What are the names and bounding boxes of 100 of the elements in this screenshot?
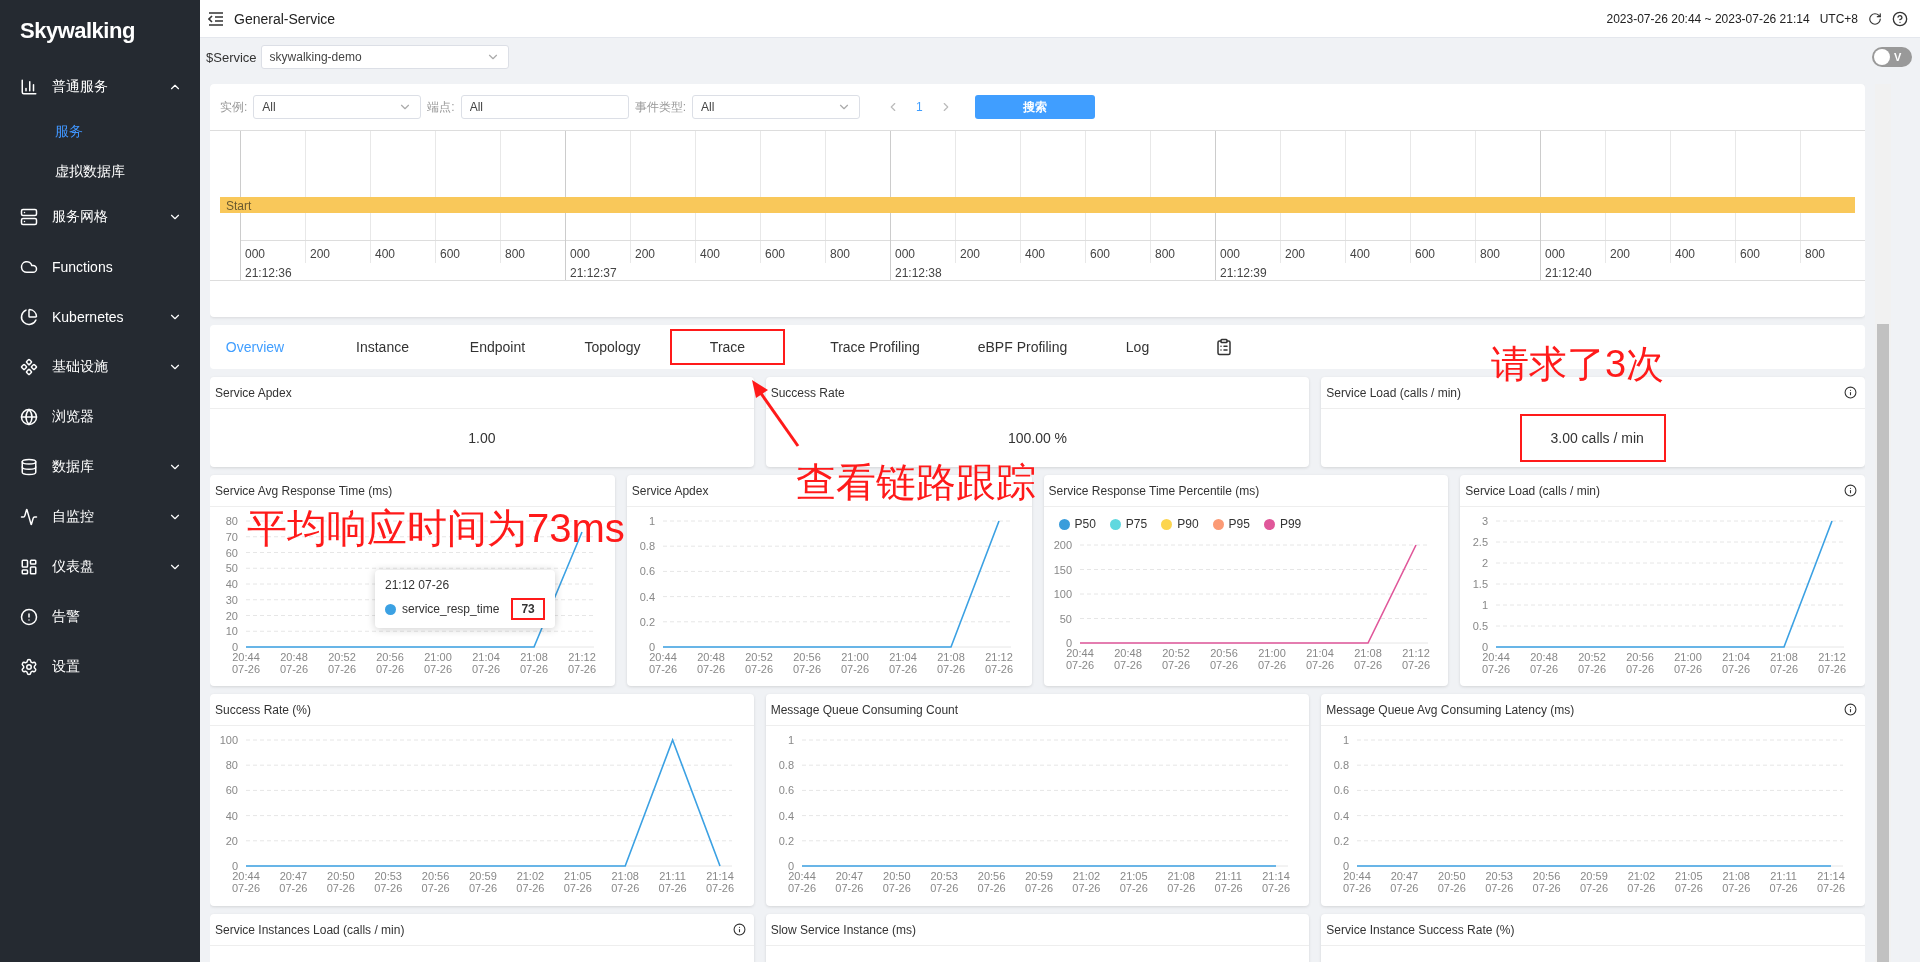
x-tick-label: 21:14 07-26 [705, 870, 735, 894]
y-tick-label: 100 [1053, 588, 1072, 600]
x-tick-label: 20:47 07-26 [1390, 870, 1419, 894]
refresh-icon[interactable] [1868, 11, 1882, 26]
tick-label: 000 [1544, 246, 1567, 263]
x-tick-label: 20:53 07-26 [929, 870, 958, 894]
card-title: Service Instance Success Rate (%) [1326, 922, 1515, 937]
nav-item[interactable]: Functions [0, 242, 200, 292]
tab[interactable]: Trace [670, 329, 785, 365]
nav-icon [20, 508, 38, 526]
y-tick-label: 0.6 [778, 784, 794, 797]
info-icon[interactable] [732, 923, 746, 936]
y-tick-label: 10 [225, 625, 238, 638]
x-tick-label: 20:59 07-26 [468, 870, 498, 894]
collapse-menu-icon[interactable] [208, 11, 224, 26]
y-tick-label: 0 [1343, 860, 1350, 872]
nav-item[interactable]: 自监控 [0, 492, 200, 542]
x-tick-label: 21:11 07-26 [658, 870, 687, 894]
page-title: General-Service [234, 10, 337, 27]
x-tick-label: 21:00 07-26 [1674, 651, 1703, 675]
tick-label: 600 [1410, 241, 1475, 263]
app-logo: Skywalking [19, 17, 136, 45]
x-tick-label: 20:44 07-26 [1482, 651, 1511, 675]
legend-label[interactable]: P95 [1228, 517, 1250, 531]
time-label: 21:12:39 [1219, 265, 1268, 280]
nav-icon [20, 458, 38, 476]
nav-item[interactable]: 浏览器 [0, 392, 200, 442]
legend-label[interactable]: P90 [1177, 517, 1199, 531]
tab[interactable]: Endpoint [440, 329, 555, 365]
y-tick-label: 0 [1482, 641, 1489, 653]
tick-label: 800 [1800, 241, 1865, 263]
tab[interactable]: Topology [555, 329, 670, 365]
x-tick-label: 21:12 07-26 [1818, 651, 1847, 675]
time-label: 21:12:37 [569, 265, 618, 280]
card-title: Message Queue Avg Consuming Latency (ms) [1326, 702, 1575, 717]
tab[interactable]: Instance [325, 329, 440, 365]
x-tick-label: 20:53 07-26 [374, 870, 403, 894]
info-icon[interactable] [1844, 386, 1857, 399]
y-tick-label: 0.2 [639, 615, 655, 628]
y-tick-label: 0.8 [1334, 759, 1350, 772]
tick-label: 800 [1475, 241, 1540, 263]
y-tick-label: 70 [225, 530, 238, 543]
info-icon[interactable] [1844, 484, 1857, 497]
help-icon[interactable] [1892, 10, 1908, 27]
nav-item[interactable]: 普通服务 [0, 62, 200, 112]
x-tick-label: 20:59 07-26 [1580, 870, 1609, 894]
filter-select[interactable]: All [692, 95, 861, 119]
filter-input[interactable]: All [460, 95, 629, 119]
clipboard-icon[interactable] [1215, 338, 1233, 356]
x-tick-label: 20:50 07-26 [326, 870, 355, 894]
legend-label[interactable]: P50 [1074, 517, 1096, 531]
info-icon[interactable] [1844, 703, 1857, 716]
legend-label[interactable]: P99 [1279, 517, 1302, 531]
x-tick-label: 20:56 07-26 [977, 870, 1006, 894]
y-tick-label: 50 [225, 562, 238, 575]
card-title: Service Apdex [631, 483, 709, 498]
tick-label: 600 [1735, 241, 1800, 263]
x-tick-label: 21:08 07-26 [1770, 651, 1799, 675]
tick-label: 200 [955, 241, 1020, 263]
nav-item[interactable]: 设置 [0, 642, 200, 692]
y-tick-label: 40 [225, 809, 238, 822]
x-tick-label: 21:08 07-26 [1353, 647, 1382, 671]
nav-icon [20, 258, 38, 276]
nav-item[interactable]: Kubernetes [0, 292, 200, 342]
service-select[interactable]: skywalking-demo [260, 45, 509, 69]
tab[interactable]: Log [1080, 329, 1195, 365]
y-tick-label: 0.8 [639, 540, 655, 553]
filter-label: 实例: [220, 98, 248, 116]
filter-select[interactable]: All [253, 95, 422, 119]
y-tick-label: 0 [1065, 637, 1072, 649]
y-tick-label: 3 [1482, 515, 1489, 527]
tick-label: 400 [1345, 241, 1410, 263]
legend-label[interactable]: P75 [1125, 517, 1148, 531]
x-tick-label: 20:56 07-26 [375, 651, 405, 675]
scrollbar[interactable] [1875, 84, 1891, 962]
nav-item[interactable]: 数据库 [0, 442, 200, 492]
nav-item[interactable]: 基础设施 [0, 342, 200, 392]
nav-item[interactable]: 告警 [0, 592, 200, 642]
x-tick-label: 21:02 07-26 [516, 870, 545, 894]
tick-label: 200 [1605, 241, 1670, 263]
card-title: Message Queue Consuming Count [770, 702, 959, 717]
tick-label: 200 [305, 241, 370, 263]
x-tick-label: 20:59 07-26 [1024, 870, 1053, 894]
tick-label: 600 [435, 241, 500, 263]
y-tick-label: 0.4 [639, 590, 655, 603]
y-tick-label: 1.5 [1472, 578, 1489, 590]
time-range[interactable]: 2023-07-26 20:44 ~ 2023-07-26 21:14 [1606, 11, 1810, 26]
tab[interactable]: Trace Profiling [785, 329, 965, 365]
x-tick-label: 21:00 07-26 [1257, 647, 1286, 671]
x-tick-label: 20:52 07-26 [744, 651, 773, 675]
nav-item[interactable]: 服务网格 [0, 192, 200, 242]
nav-subitem[interactable]: 虚拟数据库 [0, 152, 200, 192]
y-tick-label: 0 [231, 641, 238, 653]
nav-icon [20, 608, 38, 626]
nav-subitem[interactable]: 服务 [0, 112, 200, 152]
nav-item[interactable]: 仪表盘 [0, 542, 200, 592]
x-tick-label: 20:52 07-26 [1161, 647, 1190, 671]
tab[interactable]: eBPF Profiling [965, 329, 1080, 365]
span-bar[interactable]: Start [220, 197, 1855, 213]
x-tick-label: 20:52 07-26 [1578, 651, 1607, 675]
